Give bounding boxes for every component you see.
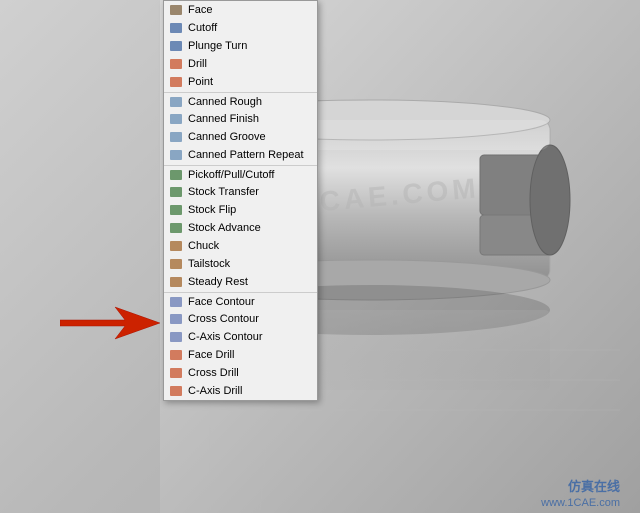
cutoff-icon bbox=[168, 21, 184, 35]
face-contour-icon bbox=[168, 295, 184, 309]
menu-item-c-axis-contour[interactable]: C-Axis Contour bbox=[164, 328, 317, 346]
background-scene bbox=[0, 0, 640, 513]
menu-item-label-plunge-turn: Plunge Turn bbox=[188, 40, 247, 52]
menu-item-label-cutoff: Cutoff bbox=[188, 22, 217, 34]
menu-item-label-c-axis-contour: C-Axis Contour bbox=[188, 331, 263, 343]
menu-item-face-contour[interactable]: Face Contour bbox=[164, 292, 317, 310]
stock-flip-icon bbox=[168, 203, 184, 217]
canned-groove-icon bbox=[168, 130, 184, 144]
menu-item-canned-groove[interactable]: Canned Groove bbox=[164, 128, 317, 146]
menu-item-face[interactable]: Face bbox=[164, 1, 317, 19]
menu-item-label-c-axis-drill: C-Axis Drill bbox=[188, 385, 242, 397]
face-drill-icon bbox=[168, 348, 184, 362]
menu-item-stock-transfer[interactable]: Stock Transfer bbox=[164, 183, 317, 201]
brand-url: www.1CAE.com bbox=[541, 497, 620, 509]
c-axis-contour-icon bbox=[168, 330, 184, 344]
menu-item-label-face: Face bbox=[188, 4, 212, 16]
face-icon bbox=[168, 3, 184, 17]
menu-item-label-face-drill: Face Drill bbox=[188, 349, 234, 361]
menu-item-cutoff[interactable]: Cutoff bbox=[164, 19, 317, 37]
cross-drill-icon bbox=[168, 366, 184, 380]
stock-advance-icon bbox=[168, 221, 184, 235]
menu-item-stock-advance[interactable]: Stock Advance bbox=[164, 219, 317, 237]
menu-item-label-chuck: Chuck bbox=[188, 240, 219, 252]
menu-item-label-tailstock: Tailstock bbox=[188, 258, 230, 270]
canned-pattern-icon bbox=[168, 148, 184, 162]
menu-item-stock-flip[interactable]: Stock Flip bbox=[164, 201, 317, 219]
stock-transfer-icon bbox=[168, 185, 184, 199]
point-icon bbox=[168, 75, 184, 89]
drill-icon bbox=[168, 57, 184, 71]
menu-item-canned-finish[interactable]: Canned Finish bbox=[164, 110, 317, 128]
menu-item-canned-pattern[interactable]: Canned Pattern Repeat bbox=[164, 146, 317, 164]
menu-item-chuck[interactable]: Chuck bbox=[164, 237, 317, 255]
menu-item-label-drill: Drill bbox=[188, 58, 207, 70]
menu-item-label-stock-transfer: Stock Transfer bbox=[188, 186, 259, 198]
context-menu: Face Cutoff Plunge Turn Drill Point Canned Ro… bbox=[163, 0, 318, 401]
plunge-turn-icon bbox=[168, 39, 184, 53]
menu-item-cross-drill[interactable]: Cross Drill bbox=[164, 364, 317, 382]
menu-item-pickoff[interactable]: Pickoff/Pull/Cutoff bbox=[164, 165, 317, 183]
cross-contour-icon bbox=[168, 312, 184, 326]
steady-rest-icon bbox=[168, 275, 184, 289]
pickoff-icon bbox=[168, 168, 184, 182]
menu-item-label-point: Point bbox=[188, 76, 213, 88]
menu-item-label-stock-flip: Stock Flip bbox=[188, 204, 236, 216]
menu-item-label-canned-finish: Canned Finish bbox=[188, 113, 259, 125]
brand-watermark: 仿真在线 bbox=[568, 476, 620, 495]
menu-item-drill[interactable]: Drill bbox=[164, 55, 317, 73]
menu-item-label-pickoff: Pickoff/Pull/Cutoff bbox=[188, 169, 274, 181]
menu-item-label-face-contour: Face Contour bbox=[188, 296, 255, 308]
menu-item-steady-rest[interactable]: Steady Rest bbox=[164, 273, 317, 291]
menu-item-label-cross-contour: Cross Contour bbox=[188, 313, 259, 325]
menu-item-label-canned-rough: Canned Rough bbox=[188, 96, 262, 108]
menu-item-label-canned-groove: Canned Groove bbox=[188, 131, 266, 143]
menu-item-canned-rough[interactable]: Canned Rough bbox=[164, 92, 317, 110]
menu-item-point[interactable]: Point bbox=[164, 73, 317, 91]
menu-item-label-canned-pattern: Canned Pattern Repeat bbox=[188, 149, 304, 161]
c-axis-drill-icon bbox=[168, 384, 184, 398]
menu-item-face-drill[interactable]: Face Drill bbox=[164, 346, 317, 364]
menu-item-label-stock-advance: Stock Advance bbox=[188, 222, 261, 234]
menu-item-plunge-turn[interactable]: Plunge Turn bbox=[164, 37, 317, 55]
arrow-indicator bbox=[60, 305, 160, 344]
canned-rough-icon bbox=[168, 95, 184, 109]
menu-item-c-axis-drill[interactable]: C-Axis Drill bbox=[164, 382, 317, 400]
chuck-icon bbox=[168, 239, 184, 253]
menu-item-label-steady-rest: Steady Rest bbox=[188, 276, 248, 288]
menu-item-label-cross-drill: Cross Drill bbox=[188, 367, 239, 379]
menu-item-tailstock[interactable]: Tailstock bbox=[164, 255, 317, 273]
menu-item-cross-contour[interactable]: Cross Contour bbox=[164, 310, 317, 328]
tailstock-icon bbox=[168, 257, 184, 271]
canned-finish-icon bbox=[168, 112, 184, 126]
